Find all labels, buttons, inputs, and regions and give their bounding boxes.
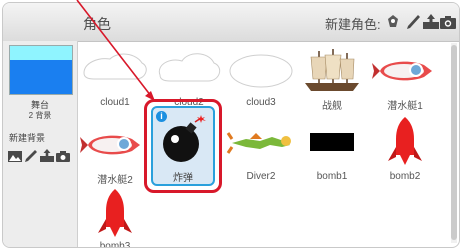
red-rocket-icon [388,117,422,165]
sprite-tile[interactable]: bomb3 [80,189,150,247]
paint-icon[interactable] [24,149,38,163]
sprite-grid: cloud1 cloud2 cloud3 战舰 潜水艇1 潜水艇2 i 炸弹 D… [78,41,450,247]
stage-sky [10,46,72,60]
sprite-tile[interactable]: cloud3 [226,45,296,115]
sprite-label: bomb2 [389,171,421,182]
sprite-label: 炸弹 [173,173,193,184]
sprite-label: bomb3 [99,241,131,248]
backdrop-count: 2 背景 [28,111,52,120]
sprite-tile[interactable]: Diver2 [226,117,296,187]
black-bar-icon [310,133,354,151]
sprite-tile[interactable]: 潜水艇1 [370,45,440,115]
stage-thumbnail[interactable] [9,45,73,95]
submarine-icon [372,61,432,81]
new-backdrop-label: 新建背景 [9,133,46,143]
selected-sprite-highlight: i 炸弹 [144,99,222,193]
sailing-ship-icon [305,49,359,91]
diver-icon [226,132,291,154]
cloud-icon [158,53,221,82]
cloud-icon [229,54,293,88]
panel-title: 角色 [83,16,111,32]
camera-icon[interactable] [439,13,457,31]
paint-icon[interactable] [404,13,422,31]
new-sprite-label: 新建角色: [325,17,381,32]
cloud-icon [83,53,147,80]
sprite-label: 潜水艇1 [387,101,423,112]
upload-icon[interactable] [40,149,54,163]
scrollbar-thumb[interactable] [451,45,457,240]
sprite-tile[interactable]: bomb2 [370,117,440,187]
bomb-icon [163,115,206,162]
choose-from-library-icon[interactable] [384,13,402,31]
sprite-tile[interactable]: bomb1 [297,117,367,187]
sprite-tile-selected[interactable]: i 炸弹 [151,106,215,186]
red-rocket-icon [98,189,132,237]
submarine-icon [80,135,140,155]
stage-water [10,60,72,94]
sprites-header: 角色 新建角色: [3,3,459,42]
camera-icon[interactable] [56,149,70,163]
vertical-scrollbar[interactable] [451,43,457,243]
upload-icon[interactable] [422,13,440,31]
sprite-tile[interactable]: 潜水艇2 [80,117,150,187]
sprite-tile[interactable]: 战舰 [297,45,367,115]
landscape-icon[interactable] [8,149,22,163]
sprites-panel: 角色 新建角色: 舞台 2 背景 新建背景 cloud1 cloud2 clou… [2,2,460,248]
stage-column: 舞台 2 背景 新建背景 [3,41,78,247]
sprite-tile[interactable]: cloud1 [80,45,150,115]
